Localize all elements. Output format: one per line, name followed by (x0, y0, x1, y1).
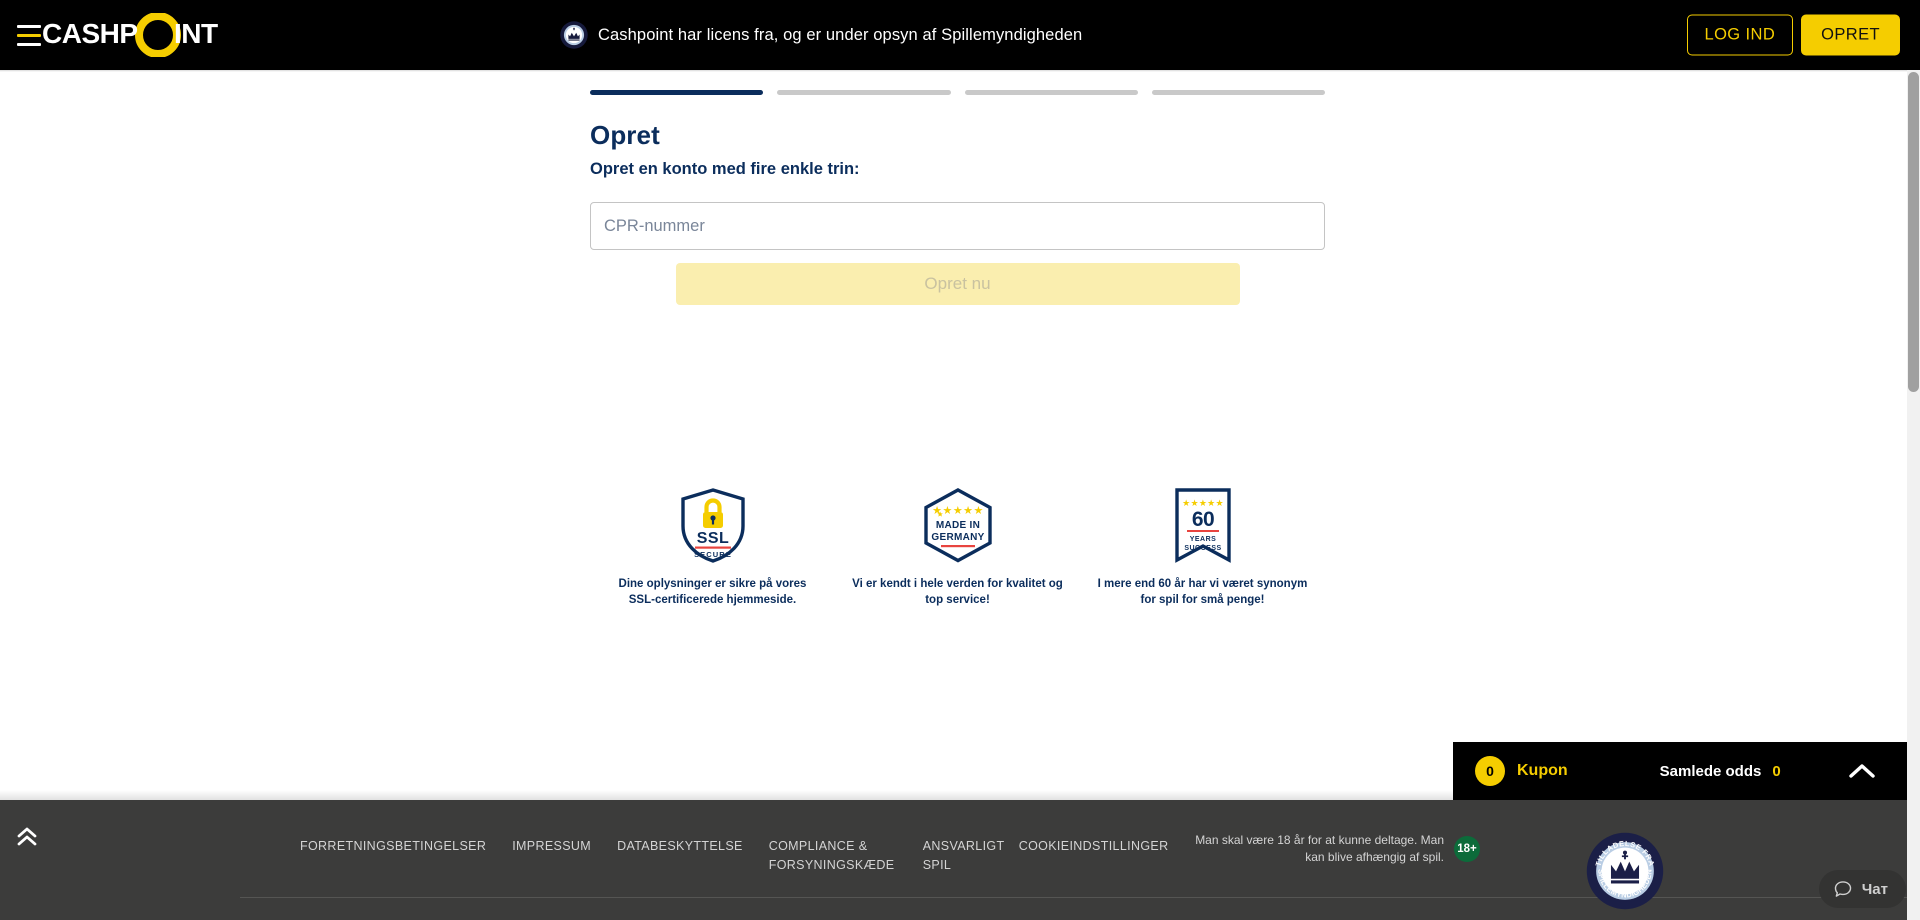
betslip-odds-value: 0 (1772, 762, 1781, 780)
svg-text:GERMANY: GERMANY (931, 532, 984, 543)
trust-badge-60-years: ★★★★★ 60 YEARS SUCCESS I mere end 60 år … (1080, 488, 1325, 608)
signup-button[interactable]: OPRET (1801, 14, 1900, 56)
made-in-germany-hexagon-icon: ★★★★★ MADE IN GERMANY (923, 488, 992, 563)
footer-link-responsible-gaming[interactable]: ANSVARLIGT SPIL (923, 837, 1004, 875)
footer-link-impressum[interactable]: IMPRESSUM (512, 837, 591, 856)
chat-bubble-icon (1834, 881, 1851, 897)
svg-text:SUCCESS: SUCCESS (1184, 545, 1221, 552)
svg-text:MADE IN: MADE IN (935, 520, 979, 531)
footer-links: FORRETNINGSBETINGELSER IMPRESSUM DATABES… (300, 837, 1168, 875)
svg-text:SECURE: SECURE (694, 550, 732, 559)
badge-art: SSL SECURE (679, 488, 747, 563)
age-restriction-text: Man skal være 18 år for at kunne deltage… (1195, 833, 1444, 865)
content-top-divider (0, 70, 1907, 72)
60-years-success-ribbon-icon: ★★★★★ 60 YEARS SUCCESS (1174, 488, 1231, 563)
svg-text:60: 60 (1191, 508, 1213, 531)
badge-art: ★★★★★ 60 YEARS SUCCESS (1174, 488, 1232, 563)
step-segment-2 (777, 90, 951, 95)
license-notice: Cashpoint har licens fra, og er under op… (560, 21, 1082, 49)
spillemyndigheden-seal-icon: TILLADELSE FRA SPILLEMYNDIGHEDEN (1586, 832, 1664, 910)
double-chevron-up-icon[interactable] (14, 824, 40, 850)
svg-text:★★★★★: ★★★★★ (932, 505, 984, 517)
betslip-label: Kupon (1517, 762, 1568, 779)
badge-caption: Dine oplysninger er sikre på vores SSL-c… (618, 578, 807, 606)
login-button[interactable]: LOG IND (1686, 14, 1794, 56)
footer-link-terms[interactable]: FORRETNINGSBETINGELSER (300, 837, 486, 856)
page-subtitle: Opret en konto med fire enkle trin: (590, 160, 860, 178)
trust-badges: SSL SECURE Dine oplysninger er sikre på … (590, 488, 1325, 608)
badge-caption: Vi er kendt i hele verden for kvalitet o… (852, 578, 1063, 606)
svg-text:CASHP: CASHP (42, 18, 138, 49)
ssl-secure-shield-icon: SSL SECURE (680, 488, 745, 563)
step-segment-4 (1151, 90, 1325, 95)
chevron-up-icon[interactable] (1849, 763, 1875, 779)
badge-caption: I mere end 60 år har vi været synonym fo… (1097, 578, 1308, 606)
age-18plus-badge: 18+ (1454, 836, 1480, 863)
betslip-odds-label: Samlede odds (1659, 762, 1762, 780)
trust-badge-made-in-germany: ★★★★★ MADE IN GERMANY Vi er kendt i hele… (835, 488, 1080, 608)
step-progress (590, 90, 1325, 95)
badge-art: ★★★★★ MADE IN GERMANY (922, 488, 994, 563)
signup-form: Opret Opret en konto med fire enkle trin… (590, 90, 1325, 305)
step-segment-1 (590, 90, 764, 95)
site-header: CASHP INT Cashpoint har licens fra, og e… (0, 0, 1920, 70)
cashpoint-wordmark-icon: CASHP INT (42, 13, 219, 57)
step-segment-3 (964, 90, 1138, 95)
footer-link-compliance[interactable]: COMPLIANCE & FORSYNINGSKÆDE (769, 837, 897, 875)
footer-link-privacy[interactable]: DATABESKYTTELSE (617, 837, 743, 856)
footer-link-cookie-settings[interactable]: COOKIEINDSTILLINGER (1019, 837, 1169, 856)
create-account-button[interactable]: Opret nu (675, 263, 1240, 305)
age-restriction-notice: Man skal være 18 år for at kunne deltage… (1160, 832, 1480, 867)
cpr-number-input[interactable] (590, 202, 1325, 250)
footer-spillemyndigheden-seal: TILLADELSE FRA SPILLEMYNDIGHEDEN (1586, 832, 1664, 910)
chat-button[interactable]: Чат (1818, 870, 1906, 908)
svg-text:SSL: SSL (696, 530, 729, 547)
cashpoint-logo[interactable]: CASHP INT (42, 13, 292, 57)
header-actions: LOG IND OPRET (1686, 14, 1900, 56)
svg-text:★★★★★: ★★★★★ (1182, 498, 1224, 508)
trust-badge-ssl: SSL SECURE Dine oplysninger er sikre på … (590, 488, 835, 608)
page-scrollbar-thumb[interactable] (1908, 72, 1919, 392)
chat-button-label: Чат (1861, 880, 1888, 898)
license-text: Cashpoint har licens fra, og er under op… (598, 25, 1083, 44)
spillemyndigheden-seal-icon (560, 21, 588, 49)
page-root: CASHP INT Cashpoint har licens fra, og e… (0, 0, 1920, 920)
betslip-count-badge: 0 (1475, 756, 1505, 786)
svg-text:INT: INT (174, 18, 218, 49)
main-content: Opret Opret en konto med fire enkle trin… (0, 70, 1907, 800)
svg-text:YEARS: YEARS (1189, 536, 1216, 543)
betslip-bar[interactable]: 0 Kupon Samlede odds 0 (1453, 742, 1907, 800)
page-title: Opret (590, 120, 660, 150)
